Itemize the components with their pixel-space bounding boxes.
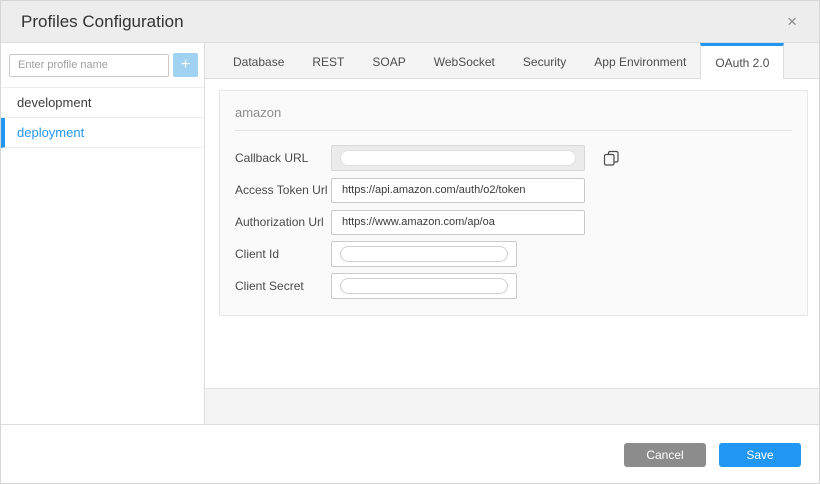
tab-security[interactable]: Security (509, 43, 580, 78)
profile-item-deployment[interactable]: deployment (1, 118, 204, 148)
profile-add-row: + (1, 43, 204, 87)
profile-list: development deployment (1, 87, 204, 148)
tab-soap[interactable]: SOAP (358, 43, 419, 78)
redacted-value-pill (340, 150, 576, 166)
panel-footer-strip (205, 388, 819, 424)
amazon-section: amazon Callback URL (219, 90, 808, 316)
authorization-url-input[interactable] (331, 210, 585, 235)
cancel-button[interactable]: Cancel (624, 443, 706, 467)
tab-content-oauth: amazon Callback URL (205, 79, 819, 388)
client-id-label: Client Id (235, 247, 331, 261)
redacted-value-pill (340, 246, 508, 262)
dialog-body: + development deployment Database REST S… (1, 43, 819, 425)
tab-oauth-2-0[interactable]: OAuth 2.0 (700, 43, 784, 79)
field-row-authorization-url: Authorization Url (235, 209, 792, 235)
save-button[interactable]: Save (719, 443, 801, 467)
profiles-configuration-dialog: Profiles Configuration × + development d… (0, 0, 820, 484)
dialog-title: Profiles Configuration (21, 12, 783, 32)
callback-url-input (331, 145, 585, 171)
field-row-access-token-url: Access Token Url (235, 177, 792, 203)
access-token-url-label: Access Token Url (235, 183, 331, 197)
tab-websocket[interactable]: WebSocket (420, 43, 509, 78)
tab-app-environment[interactable]: App Environment (580, 43, 700, 78)
field-row-client-id: Client Id (235, 241, 792, 267)
add-profile-button[interactable]: + (173, 53, 198, 77)
close-icon[interactable]: × (783, 11, 801, 32)
field-row-client-secret: Client Secret (235, 273, 792, 299)
tab-rest[interactable]: REST (298, 43, 358, 78)
access-token-url-input[interactable] (331, 178, 585, 203)
tab-bar: Database REST SOAP WebSocket Security Ap… (205, 43, 819, 79)
main-panel: Database REST SOAP WebSocket Security Ap… (205, 43, 819, 424)
redacted-value-pill (340, 278, 508, 294)
profile-name-input[interactable] (9, 54, 169, 77)
tab-database[interactable]: Database (219, 43, 298, 78)
client-id-input[interactable] (331, 241, 517, 267)
copy-icon[interactable] (603, 150, 620, 167)
dialog-footer: Cancel Save (1, 425, 819, 484)
client-secret-label: Client Secret (235, 279, 331, 293)
authorization-url-label: Authorization Url (235, 215, 331, 229)
callback-url-label: Callback URL (235, 151, 331, 165)
profile-item-development[interactable]: development (1, 88, 204, 118)
section-title: amazon (235, 103, 792, 131)
profiles-sidebar: + development deployment (1, 43, 205, 424)
field-row-callback-url: Callback URL (235, 145, 792, 171)
client-secret-input[interactable] (331, 273, 517, 299)
dialog-header: Profiles Configuration × (1, 1, 819, 43)
